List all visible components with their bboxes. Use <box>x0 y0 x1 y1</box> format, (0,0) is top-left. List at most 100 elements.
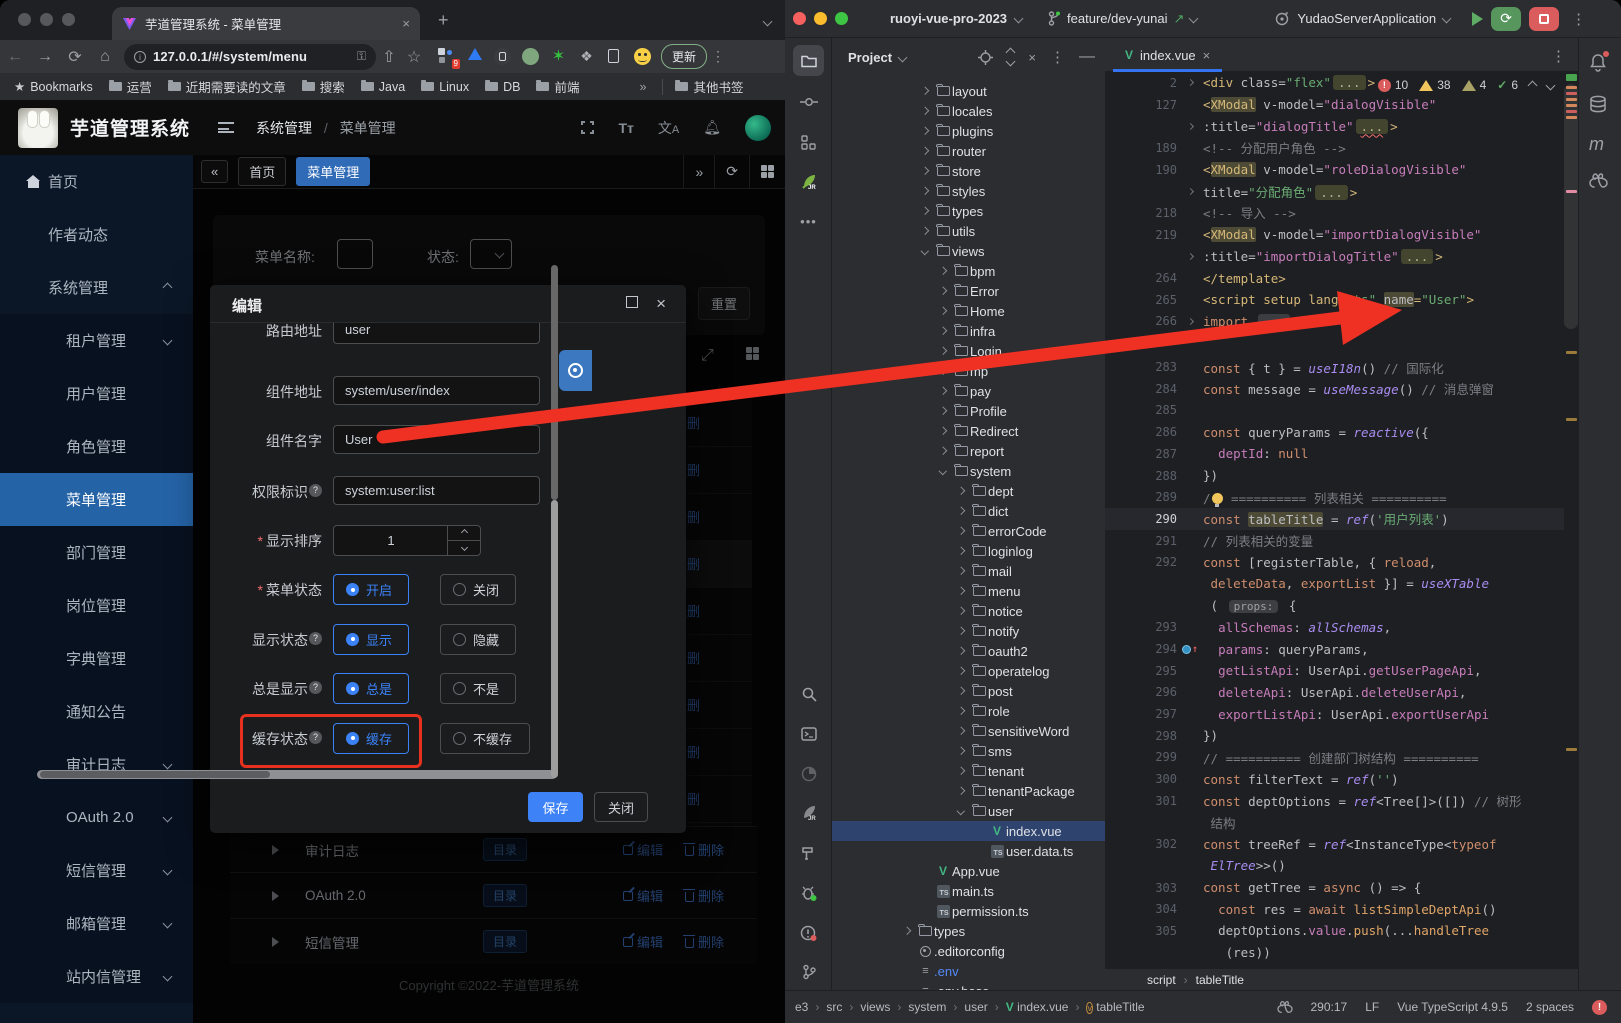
tags-more-icon[interactable]: » <box>683 155 714 188</box>
vertical-scrollbar-thumb[interactable] <box>551 265 558 500</box>
line-ending[interactable]: LF <box>1365 1000 1379 1014</box>
intention-bulb-icon[interactable] <box>1212 493 1223 504</box>
help-icon[interactable]: ? <box>309 632 322 645</box>
tree-item-Redirect[interactable]: Redirect <box>832 421 1105 441</box>
code-line[interactable]: 283 const { t } = useI18n() // 国际化 <box>1105 356 1578 378</box>
browser-menu-icon[interactable]: ⋮ <box>707 48 729 65</box>
code-line[interactable]: :title="dialogTitle"...> <box>1105 115 1578 137</box>
tree-item-Home[interactable]: Home <box>832 301 1105 321</box>
save-button[interactable]: 保存 <box>528 792 583 822</box>
editor-breadcrumbs[interactable]: script›tableTitle <box>1105 968 1578 990</box>
structure-tool-icon[interactable] <box>793 127 824 158</box>
code-line[interactable]: 190 <XModal v-model="roleDialogVisible" <box>1105 159 1578 181</box>
code-line[interactable]: 264 </template> <box>1105 267 1578 289</box>
markdown-tool-icon[interactable]: m <box>1589 134 1604 155</box>
tree-item-.env[interactable]: ≡ .env <box>832 961 1105 981</box>
tree-item-types[interactable]: types <box>832 201 1105 221</box>
tree-item-.env.base[interactable]: ≡ .env.base <box>832 981 1105 990</box>
sidebar-item-岗位管理[interactable]: 岗位管理 <box>0 579 193 632</box>
status-pretzel-icon[interactable] <box>1277 1000 1293 1014</box>
tree-item-utils[interactable]: utils <box>832 221 1105 241</box>
fold-icon[interactable] <box>1186 318 1193 325</box>
tree-item-bpm[interactable]: bpm <box>832 261 1105 281</box>
bookmark-folder-other[interactable]: 其他书签 <box>675 77 743 96</box>
panel-options-icon[interactable]: ⋮ <box>1050 48 1065 66</box>
caret-position[interactable]: 290:17 <box>1311 1000 1348 1014</box>
reload-button[interactable]: ⟳ <box>60 47 90 67</box>
code-line[interactable]: 287 deptId: null <box>1105 443 1578 465</box>
status-path-item[interactable]: views <box>860 1000 890 1014</box>
tree-item-errorCode[interactable]: errorCode <box>832 521 1105 541</box>
commit-tool-icon[interactable] <box>793 86 824 117</box>
password-key-icon[interactable]: ⚿ <box>357 49 366 64</box>
status-path-item[interactable]: src <box>826 1000 842 1014</box>
error-indicator[interactable]: ! <box>1592 1000 1607 1015</box>
fold-icon[interactable] <box>1186 253 1193 260</box>
new-tab-button[interactable]: + <box>438 12 449 28</box>
tree-item-infra[interactable]: infra <box>832 321 1105 341</box>
sidebar-toggle-icon[interactable] <box>218 122 234 133</box>
gutter-run-icon[interactable]: ↑ <box>1182 644 1198 655</box>
component-name-input[interactable]: User <box>333 425 540 454</box>
tab-overflow-icon[interactable] <box>763 17 773 27</box>
tree-item-types[interactable]: types <box>832 921 1105 941</box>
tree-item-report[interactable]: report <box>832 441 1105 461</box>
code-line[interactable]: 266 import ... <box>1105 311 1578 333</box>
status-path-item[interactable]: system <box>908 1000 946 1014</box>
code-line[interactable]: 300 const filterText = ref('') <box>1105 768 1578 790</box>
tree-item-store[interactable]: store <box>832 161 1105 181</box>
more-tools-icon[interactable]: ••• <box>793 206 824 237</box>
jrebel2-tool-icon[interactable]: JR <box>793 797 824 828</box>
sidebar-item-系统管理[interactable]: 系统管理 <box>0 261 193 314</box>
status-path-item[interactable]: v tableTitle <box>1086 1000 1144 1014</box>
stop-button[interactable] <box>1529 7 1559 31</box>
tags-collapse-button[interactable]: « <box>201 160 228 183</box>
back-button[interactable]: ← <box>0 48 30 66</box>
tags-refresh-icon[interactable]: ⟳ <box>714 155 749 188</box>
radio-option-off[interactable]: 不是 <box>440 673 516 704</box>
sidebar-item-用户管理[interactable]: 用户管理 <box>0 367 193 420</box>
forward-button[interactable]: → <box>30 48 60 66</box>
bookmark-star-icon[interactable]: ☆ <box>402 47 426 67</box>
locate-file-icon[interactable] <box>978 50 993 65</box>
code-line[interactable]: ElTree>>() <box>1105 855 1578 877</box>
chrome-update-button[interactable]: 更新 <box>661 44 707 69</box>
code-line[interactable]: 284 const message = useMessage() // 消息弹窗 <box>1105 378 1578 400</box>
code-line[interactable]: 299 // ========== 创建部门树结构 ========== <box>1105 747 1578 769</box>
run-button[interactable] <box>1472 12 1483 26</box>
translate-icon[interactable]: 文A <box>658 118 679 138</box>
tree-item-sensitiveWord[interactable]: sensitiveWord <box>832 721 1105 741</box>
bookmarks-overflow-icon[interactable]: » <box>639 80 646 94</box>
code-line[interactable]: 304 const res = await listSimpleDeptApi(… <box>1105 898 1578 920</box>
fullscreen-icon[interactable] <box>581 121 594 134</box>
stepper-up-icon[interactable] <box>448 526 480 541</box>
extension-kite-icon[interactable] <box>466 48 483 65</box>
component-path-input[interactable]: system/user/index <box>333 376 540 405</box>
expand-collapse-icon[interactable] <box>1007 49 1014 65</box>
sidebar-item-首页[interactable]: 首页 <box>0 155 193 208</box>
user-avatar[interactable] <box>745 115 771 141</box>
bookmark-folder[interactable]: Java <box>361 80 405 94</box>
hide-panel-icon[interactable]: — <box>1079 48 1095 66</box>
prev-problem-icon[interactable] <box>1528 80 1538 90</box>
tree-item-router[interactable]: router <box>832 141 1105 161</box>
sidebar-item-站内信管理[interactable]: 站内信管理 <box>0 950 193 1003</box>
notification-bell-icon[interactable]: 🔔︎ <box>703 119 721 136</box>
breadcrumb-parent[interactable]: 系统管理 <box>256 120 312 136</box>
sort-value[interactable]: 1 <box>334 526 448 555</box>
smiley-extension-icon[interactable] <box>634 48 651 65</box>
sidebar-item-邮箱管理[interactable]: 邮箱管理 <box>0 897 193 950</box>
help-icon[interactable]: ? <box>309 681 322 694</box>
code-line[interactable]: 296 deleteApi: UserApi.deleteUserApi, <box>1105 682 1578 704</box>
close-button[interactable]: 关闭 <box>594 792 648 822</box>
code-line[interactable]: 294 ↑ params: queryParams, <box>1105 638 1578 660</box>
inspections-widget[interactable]: !10 38 4 ✓6 <box>1378 78 1554 92</box>
code-line[interactable]: 305 deptOptions.value.push(...handleTree <box>1105 920 1578 942</box>
code-line[interactable]: 218 <!-- 导入 --> <box>1105 202 1578 224</box>
tree-item-Login[interactable]: Login <box>832 341 1105 361</box>
code-line[interactable]: 265 <script setup lang="ts" name="User"> <box>1105 289 1578 311</box>
bookmark-folder[interactable]: 运营 <box>109 77 152 96</box>
sidebar-item-OAuth 2.0[interactable]: OAuth 2.0 <box>0 791 193 844</box>
font-size-icon[interactable]: Tт <box>618 120 633 136</box>
extension-green-star-icon[interactable]: ✶ <box>550 48 567 65</box>
